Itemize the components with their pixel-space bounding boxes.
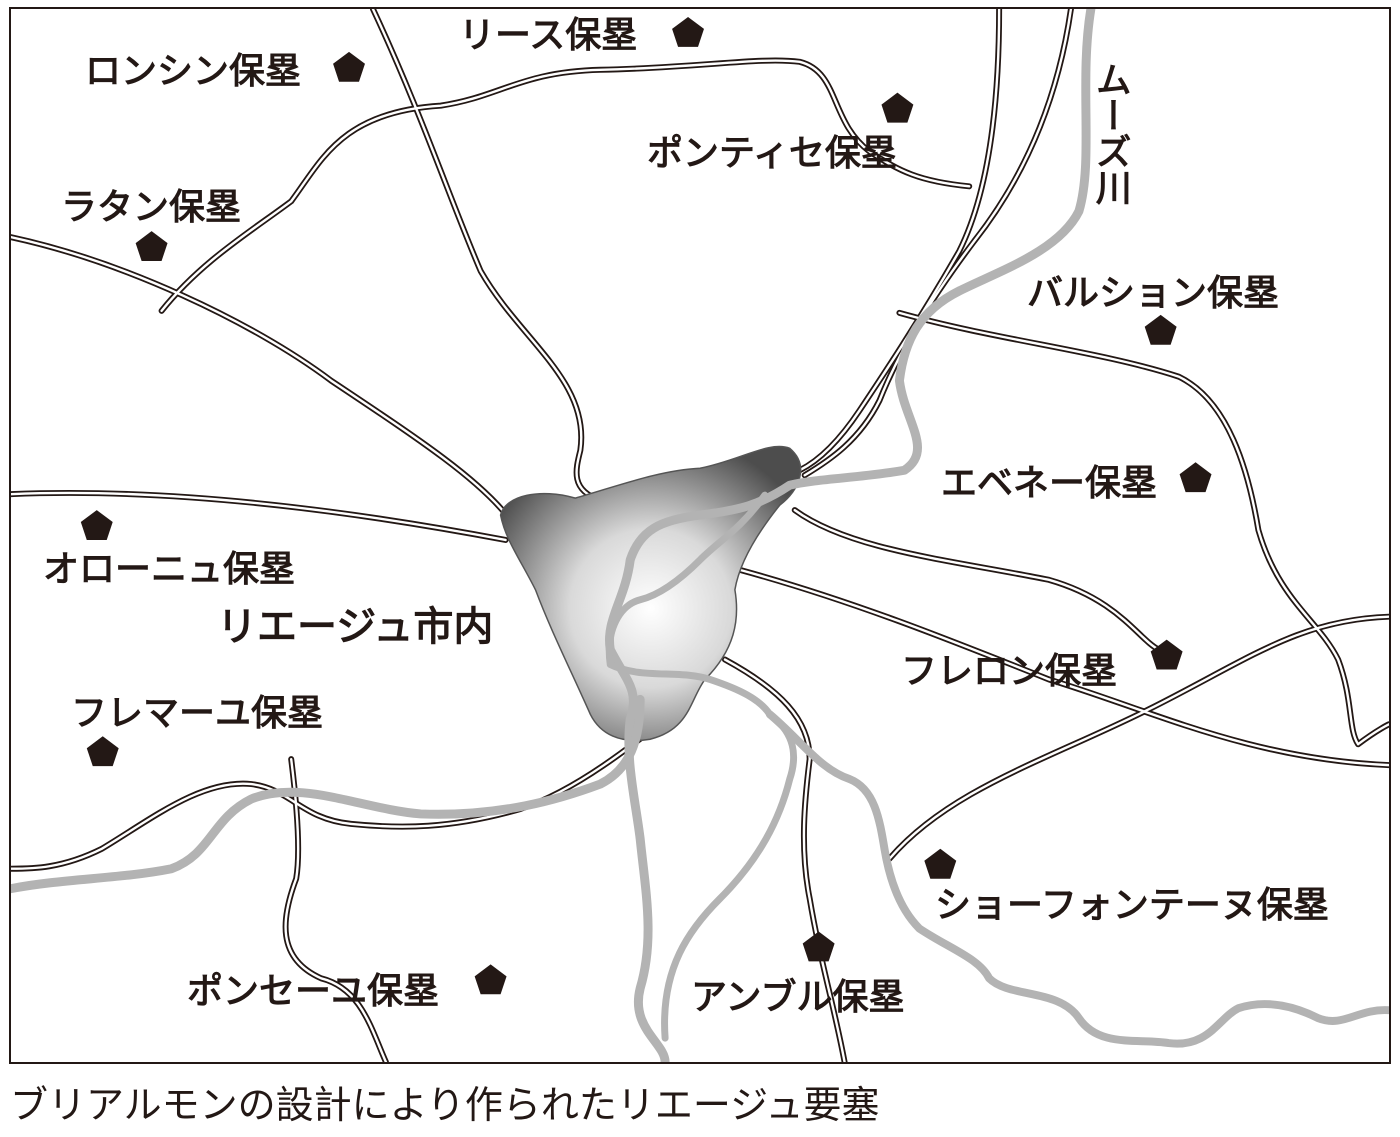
pentagon-marker-icon bbox=[881, 92, 914, 123]
pentagon-marker-icon bbox=[80, 510, 113, 540]
road-north-lons bbox=[369, 9, 604, 504]
fort-label-evegnee: エベネー保塁 bbox=[941, 462, 1158, 504]
road-north-east-pair-2 bbox=[801, 9, 1074, 479]
fort-label-hollogne: オローニュ保塁 bbox=[43, 548, 296, 590]
fort-label-embourg: アンブル保塁 bbox=[691, 976, 905, 1018]
fort-label-lierce: リース保塁 bbox=[459, 14, 638, 56]
city-label: リエージュ市内 bbox=[217, 603, 494, 650]
pentagon-marker-icon bbox=[802, 931, 835, 962]
river-label: ムーズ川 bbox=[1089, 61, 1132, 205]
fort-label-loncin: ロンシン保塁 bbox=[85, 50, 302, 92]
fort-label-fleron: フレロン保塁 bbox=[901, 650, 1118, 692]
fort-label-lantin: ラタン保塁 bbox=[61, 186, 242, 228]
pentagon-marker-icon bbox=[135, 231, 168, 262]
road-north-east-pair-1 bbox=[796, 9, 1003, 474]
road-ratan bbox=[158, 57, 973, 314]
road-east-fleron bbox=[791, 507, 1162, 653]
pentagon-marker-icon bbox=[1144, 314, 1177, 345]
fort-label-barchon: バルション保塁 bbox=[1027, 272, 1280, 314]
fort-label-boncelles: ポンセーユ保塁 bbox=[187, 970, 440, 1012]
pentagon-marker-icon bbox=[474, 964, 507, 995]
pentagon-marker-icon bbox=[672, 16, 704, 47]
pentagon-marker-icon bbox=[333, 51, 365, 82]
fort-label-chaudfontaine: ショーフォンテーヌ保塁 bbox=[935, 884, 1329, 926]
fort-label-flemalle: フレマーユ保塁 bbox=[71, 692, 324, 734]
map-frame: ロンシン保塁 リース保塁 ポンティセ保塁 ラタン保塁 バルション保塁 エベネー保… bbox=[9, 7, 1391, 1064]
road-northwest-diagonal bbox=[11, 234, 514, 524]
pentagon-marker-icon bbox=[924, 848, 957, 879]
pentagon-marker-icon bbox=[86, 736, 119, 767]
pentagon-marker-icon bbox=[1179, 462, 1212, 493]
map-caption: ブリアルモンの設計により作られたリエージュ要塞 bbox=[10, 1083, 880, 1127]
fort-label-pontisse: ポンティセ保塁 bbox=[647, 132, 897, 174]
